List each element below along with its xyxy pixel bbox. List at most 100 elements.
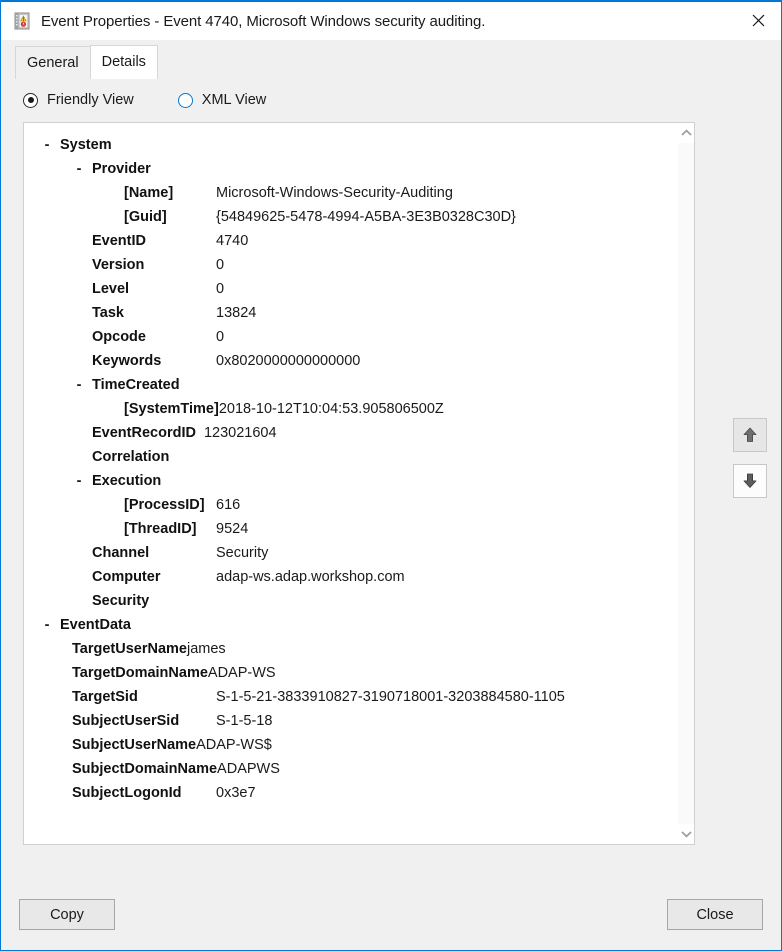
window-title: Event Properties - Event 4740, Microsoft…: [41, 12, 486, 30]
tree-row-label: Security: [92, 593, 150, 609]
tree-expander-icon[interactable]: -: [74, 469, 84, 493]
tree-row[interactable]: EventID 4740: [24, 229, 677, 253]
tree-expander-icon[interactable]: -: [74, 373, 84, 397]
tree-row[interactable]: Computer adap-ws.adap.workshop.com: [24, 565, 677, 589]
tree-row-label: Level: [92, 281, 130, 297]
radio-dot-friendly: [23, 92, 38, 108]
tree-row[interactable]: [SystemTime] 2018-10-12T10:04:53.90580650…: [24, 397, 677, 421]
radio-friendly-view[interactable]: Friendly View: [23, 92, 134, 108]
tree-row-value: S-1-5-21-3833910827-3190718001-320388458…: [216, 689, 565, 705]
tree-row-label: TargetUserName: [72, 641, 187, 657]
tree-row[interactable]: - Provider: [24, 157, 677, 181]
arrow-up-icon: [743, 427, 757, 442]
tree-row-value: 0x3e7: [216, 785, 256, 801]
title-bar: Event Properties - Event 4740, Microsoft…: [1, 2, 781, 40]
tree-row[interactable]: TargetDomainName ADAP-WS: [24, 661, 677, 685]
view-mode-group: Friendly View XML View: [1, 78, 781, 122]
tree-row[interactable]: Task 13824: [24, 301, 677, 325]
tree-row-label: Version: [92, 257, 145, 273]
chevron-up-icon[interactable]: [678, 123, 695, 143]
tree-row[interactable]: - EventData: [24, 613, 677, 637]
radio-dot-xml: [177, 92, 193, 108]
tree-row[interactable]: EventRecordID 123021604: [24, 421, 677, 445]
tree-row[interactable]: - TimeCreated: [24, 373, 677, 397]
tree-row-value: 0: [216, 329, 225, 345]
event-detail-tree[interactable]: - System - Provider [Name] Microsoft-Windows-…: [24, 123, 677, 844]
tree-row-label: Keywords: [92, 353, 162, 369]
tree-row-label: Provider: [92, 161, 151, 177]
tree-row[interactable]: [Name] Microsoft-Windows-Security-Auditin…: [24, 181, 677, 205]
tree-row-value: 9524: [216, 521, 249, 537]
tree-row-value: ADAPWS: [217, 761, 280, 777]
tree-row-label: [Name]: [124, 185, 174, 201]
tree-row-label: TargetSid: [72, 689, 138, 705]
close-icon[interactable]: [735, 2, 781, 39]
tree-row-value: 13824: [216, 305, 257, 321]
tree-expander-icon[interactable]: -: [42, 133, 52, 157]
tree-row[interactable]: [ThreadID] 9524: [24, 517, 677, 541]
tree-row-label: Computer: [92, 569, 161, 585]
tree-row[interactable]: TargetSid S-1-5-21-3833910827-3190718001-…: [24, 685, 677, 709]
tree-row[interactable]: - Execution: [24, 469, 677, 493]
chevron-down-icon[interactable]: [678, 824, 695, 844]
next-event-button[interactable]: [733, 464, 767, 498]
event-detail-panel: - System - Provider [Name] Microsoft-Windows-…: [23, 122, 695, 845]
footer-bar: Copy Close: [1, 879, 781, 950]
tree-row-label: EventData: [60, 617, 131, 633]
tree-row[interactable]: Correlation: [24, 445, 677, 469]
tree-row[interactable]: Opcode 0: [24, 325, 677, 349]
tree-row[interactable]: Version 0: [24, 253, 677, 277]
tree-row[interactable]: Keywords 0x8020000000000000: [24, 349, 677, 373]
tree-row[interactable]: Level 0: [24, 277, 677, 301]
tree-row-value: 123021604: [203, 425, 277, 441]
tree-row[interactable]: [ProcessID] 616: [24, 493, 677, 517]
tree-expander-icon[interactable]: -: [74, 157, 84, 181]
tree-row-value: Microsoft-Windows-Security-Auditing: [216, 185, 453, 201]
tree-row-value: 0: [216, 281, 225, 297]
tree-row[interactable]: - System: [24, 133, 677, 157]
arrow-down-icon: [743, 473, 757, 488]
event-navigation-buttons: [733, 418, 769, 498]
tree-row-value: 0x8020000000000000: [216, 353, 361, 369]
tree-row-label: Channel: [92, 545, 150, 561]
tree-row-label: Task: [92, 305, 124, 321]
tab-general[interactable]: General: [15, 46, 91, 79]
tree-row[interactable]: SubjectDomainName ADAPWS: [24, 757, 677, 781]
event-log-icon: [13, 12, 31, 30]
tree-row-value: ADAP-WS: [207, 665, 276, 681]
tree-row-value: james: [186, 641, 226, 657]
tree-row-label: Correlation: [92, 449, 170, 465]
tree-row[interactable]: TargetUserName james: [24, 637, 677, 661]
tree-row[interactable]: Security: [24, 589, 677, 613]
radio-xml-view[interactable]: XML View: [177, 92, 266, 108]
tab-details[interactable]: Details: [89, 45, 158, 79]
tree-row-label: [ThreadID]: [124, 521, 197, 537]
tree-row-label: TimeCreated: [92, 377, 180, 393]
radio-label-friendly: Friendly View: [47, 92, 134, 108]
tree-row-label: SubjectLogonId: [72, 785, 182, 801]
tree-expander-icon[interactable]: -: [42, 613, 52, 637]
tree-row[interactable]: Channel Security: [24, 541, 677, 565]
tree-row-label: SubjectUserName: [72, 737, 197, 753]
tree-row-value: S-1-5-18: [216, 713, 273, 729]
tree-row[interactable]: SubjectUserSid S-1-5-18: [24, 709, 677, 733]
tree-row[interactable]: [Guid] {54849625-5478-4994-A5BA-3E3B0328C…: [24, 205, 677, 229]
body-area: - System - Provider [Name] Microsoft-Windows-…: [1, 122, 781, 879]
tree-row-value: 616: [216, 497, 241, 513]
tree-row-value: Security: [216, 545, 269, 561]
copy-button[interactable]: Copy: [19, 899, 115, 930]
previous-event-button[interactable]: [733, 418, 767, 452]
tree-row-label: [ProcessID]: [124, 497, 205, 513]
tree-row-label: System: [60, 137, 112, 153]
tree-row-value: 4740: [216, 233, 249, 249]
vertical-scrollbar[interactable]: [677, 123, 694, 844]
tree-row-label: [SystemTime]: [124, 401, 219, 417]
tree-row-label: EventID: [92, 233, 146, 249]
tree-row[interactable]: SubjectUserName ADAP-WS$: [24, 733, 677, 757]
tree-row-label: SubjectDomainName: [72, 761, 218, 777]
close-button[interactable]: Close: [667, 899, 763, 930]
scrollbar-track[interactable]: [677, 143, 694, 824]
tree-row[interactable]: SubjectLogonId 0x3e7: [24, 781, 677, 805]
tab-strip: General Details: [1, 40, 781, 79]
tree-row-label: Opcode: [92, 329, 146, 345]
